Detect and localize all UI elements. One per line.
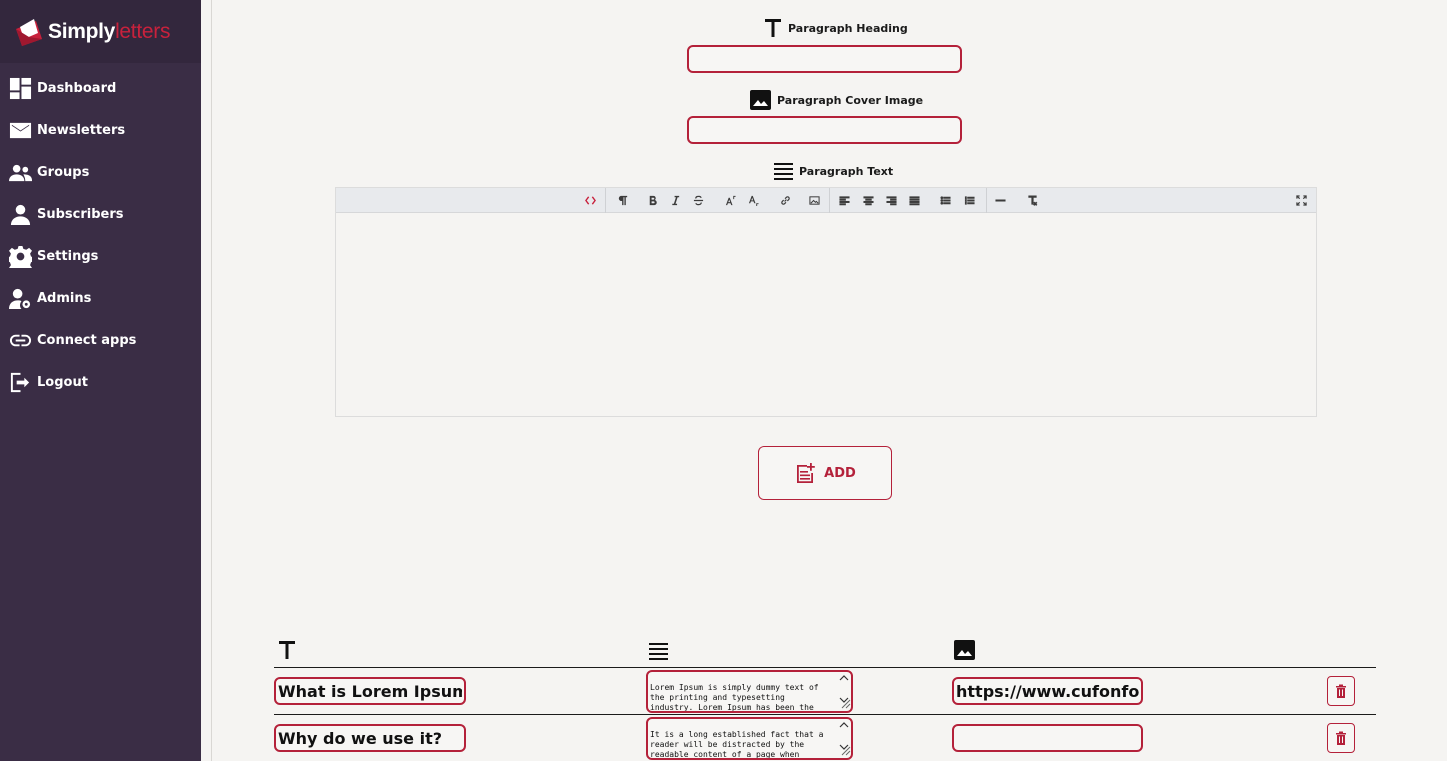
paragraph-icon [618,195,627,205]
text-field-label: Paragraph Text [774,163,893,180]
row-text-input[interactable]: It is a long established fact that a rea… [646,717,853,760]
table-row-divider [274,714,1376,715]
sidebar-item-label: Logout [37,374,88,390]
scroll-arrows-icon[interactable] [837,672,851,709]
sidebar-item-label: Dashboard [37,80,117,96]
image-icon [808,195,820,205]
row-cover-url-input[interactable] [952,677,1143,705]
align-left-button[interactable] [835,192,853,208]
delete-row-button[interactable] [1327,723,1355,753]
heading-column-icon [279,641,295,659]
dashboard-icon [9,77,32,99]
sidebar-item-label: Connect apps [37,332,137,348]
align-left-icon [838,195,850,205]
sidebar-nav: Dashboard Newsletters Groups Subscribers… [0,67,201,403]
code-icon [584,195,596,205]
add-button-label: ADD [824,465,856,481]
paragraph-cover-image-input[interactable] [687,116,962,144]
brand-logo-icon [14,17,44,47]
scroll-arrows-icon[interactable] [837,719,851,756]
subscript-button[interactable] [744,192,762,208]
insert-link-button[interactable] [776,192,794,208]
sidebar-item-label: Newsletters [37,122,126,138]
row-heading-input[interactable] [274,724,466,752]
align-right-button[interactable] [882,192,900,208]
text-column-icon [649,643,668,660]
add-paragraph-button[interactable]: ADD [758,446,892,500]
clear-formatting-icon [1027,194,1037,206]
sidebar: Simplyletters Dashboard Newsletters Grou… [0,0,201,761]
editor-toolbar [336,188,1316,213]
text-heading-icon [765,19,781,37]
image-column-icon [954,640,975,660]
rich-text-editor [335,187,1317,417]
sidebar-item-label: Subscribers [37,206,124,222]
superscript-icon [725,195,736,205]
envelope-icon [9,122,32,138]
ordered-list-button[interactable] [960,192,978,208]
align-justify-icon [908,195,920,205]
code-view-button[interactable] [581,192,599,208]
sidebar-item-label: Admins [37,290,92,306]
paragraph-format-button[interactable] [614,192,632,208]
row-cover-url-input[interactable] [952,724,1143,752]
bold-icon [649,195,657,205]
align-center-button[interactable] [859,192,877,208]
link-icon [780,195,790,205]
cover-image-field-label: Paragraph Cover Image [750,90,923,110]
sidebar-item-settings[interactable]: Settings [0,235,201,277]
sidebar-item-connect-apps[interactable]: Connect apps [0,319,201,361]
sidebar-item-logout[interactable]: Logout [0,361,201,403]
align-justify-button[interactable] [905,192,923,208]
align-justify-icon [774,163,793,180]
unordered-list-button[interactable] [936,192,954,208]
add-document-icon [797,463,815,483]
sidebar-item-label: Settings [37,248,99,264]
link-icon [9,334,32,346]
strikethrough-icon [693,195,703,205]
align-right-icon [885,195,897,205]
unordered-list-icon [939,195,951,205]
sidebar-item-label: Groups [37,164,90,180]
trash-icon [1336,684,1346,698]
table-header-divider [274,667,1376,668]
subscript-icon [748,195,759,206]
heading-field-label: Paragraph Heading [764,18,908,38]
strikethrough-button[interactable] [689,192,707,208]
align-center-icon [862,195,874,205]
italic-button[interactable] [666,192,684,208]
main-content: Paragraph Heading Paragraph Cover Image … [211,0,1447,761]
insert-image-button[interactable] [805,192,823,208]
fullscreen-icon [1295,194,1307,206]
superscript-button[interactable] [721,192,739,208]
delete-row-button[interactable] [1327,676,1355,706]
trash-icon [1336,731,1346,745]
horizontal-line-button[interactable] [991,192,1009,208]
paragraph-heading-input[interactable] [687,45,962,73]
horizontal-line-icon [994,198,1006,202]
sidebar-item-subscribers[interactable]: Subscribers [0,193,201,235]
table-row: It is a long established fact that a rea… [646,717,853,761]
clear-formatting-button[interactable] [1023,192,1041,208]
row-text-input[interactable]: Lorem Ipsum is simply dummy text of the … [646,670,853,713]
image-icon [750,90,771,110]
editor-body[interactable] [336,213,1316,416]
italic-icon [671,195,679,205]
ordered-list-icon [964,195,975,205]
user-gear-icon [9,288,31,309]
bold-button[interactable] [643,192,661,208]
brand-name: Simplyletters [48,19,171,43]
brand[interactable]: Simplyletters [0,0,201,63]
logout-icon [10,372,30,392]
user-icon [10,204,31,225]
fullscreen-button[interactable] [1292,192,1310,208]
gear-icon [9,245,32,268]
row-heading-input[interactable] [274,677,466,705]
sidebar-item-groups[interactable]: Groups [0,151,201,193]
users-icon [9,164,32,181]
sidebar-item-newsletters[interactable]: Newsletters [0,109,201,151]
sidebar-item-admins[interactable]: Admins [0,277,201,319]
sidebar-item-dashboard[interactable]: Dashboard [0,67,201,109]
table-row: Lorem Ipsum is simply dummy text of the … [646,670,853,717]
